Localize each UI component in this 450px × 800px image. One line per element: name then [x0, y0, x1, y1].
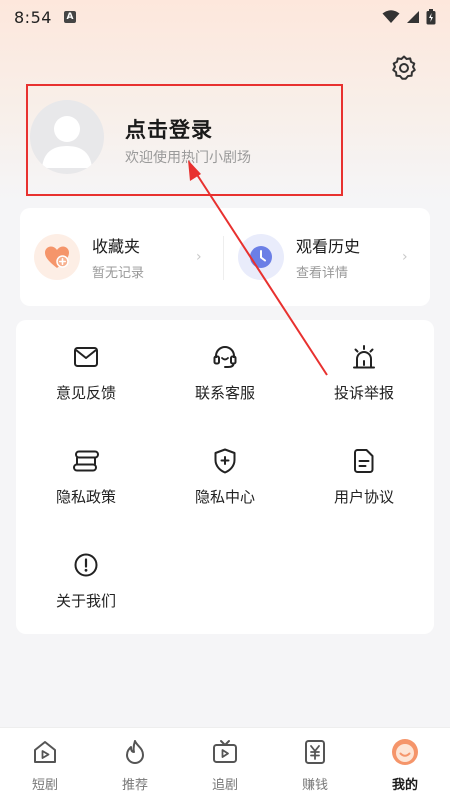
- home-play-icon: [34, 741, 56, 763]
- heart-plus-icon: [45, 246, 69, 268]
- menu-item-user-agreement[interactable]: 用户协议: [294, 424, 434, 514]
- menu-label: 联系客服: [194, 384, 255, 402]
- favorites-subtitle: 暂无记录: [92, 266, 145, 281]
- menu-label: 隐私中心: [194, 488, 255, 506]
- favorites-item[interactable]: 收藏夹 暂无记录: [34, 208, 144, 306]
- tab-label: 追剧: [211, 778, 238, 793]
- history-icon-wrap: [238, 234, 284, 280]
- menu-item-privacy-center[interactable]: 隐私中心: [155, 424, 295, 514]
- chevron-right-icon: ›: [402, 249, 408, 265]
- document-icon: [354, 449, 374, 473]
- signal-icon: [407, 11, 419, 23]
- battery-icon: [426, 9, 436, 25]
- bottom-tab-bar: 短剧 推荐 追剧 赚钱 我的: [0, 727, 450, 800]
- info-circle-icon: [74, 553, 98, 577]
- menu-item-feedback[interactable]: 意见反馈: [16, 320, 156, 410]
- status-time: 8:54: [14, 7, 52, 27]
- tab-label: 推荐: [121, 778, 148, 793]
- tab-mine[interactable]: 我的: [360, 728, 450, 800]
- menu-label: 意见反馈: [55, 384, 116, 402]
- history-subtitle: 查看详情: [296, 266, 349, 281]
- menu-label: 关于我们: [55, 592, 116, 610]
- divider: [223, 236, 224, 280]
- menu-label: 投诉举报: [333, 384, 394, 402]
- favorites-title: 收藏夹: [92, 237, 141, 256]
- shortcut-card: 收藏夹 暂无记录 › 观看历史 查看详情 ›: [20, 208, 430, 306]
- history-item[interactable]: 观看历史 查看详情: [238, 208, 360, 306]
- flame-icon: [126, 740, 144, 764]
- yuan-coin-icon: [305, 740, 325, 764]
- alarm-light-icon: [353, 345, 375, 369]
- settings-button[interactable]: [388, 52, 420, 84]
- shield-plus-icon: [214, 448, 236, 474]
- menu-item-privacy-policy[interactable]: 隐私政策: [16, 424, 156, 514]
- gear-icon: [392, 55, 416, 80]
- notification-icon: A: [63, 11, 76, 23]
- menu-label: 隐私政策: [55, 488, 116, 506]
- clock-icon: [250, 246, 272, 268]
- history-title: 观看历史: [296, 237, 361, 256]
- tab-earn-money[interactable]: 赚钱: [270, 728, 360, 800]
- status-bar: 8:54 A: [0, 0, 450, 34]
- tab-recommend[interactable]: 推荐: [90, 728, 180, 800]
- mail-icon: [74, 347, 98, 367]
- tab-label: 赚钱: [301, 778, 328, 793]
- headset-icon: [213, 346, 237, 368]
- tab-label: 短剧: [31, 778, 58, 793]
- menu-item-customer-service[interactable]: 联系客服: [155, 320, 295, 410]
- chevron-right-icon: ›: [196, 249, 202, 265]
- login-highlight-box: [26, 84, 343, 196]
- tv-icon: [213, 740, 237, 763]
- status-icons: [382, 9, 436, 25]
- smiley-face-icon: [392, 739, 418, 765]
- menu-item-about-us[interactable]: 关于我们: [16, 528, 156, 618]
- privacy-scroll-icon: [73, 450, 99, 472]
- tab-follow-drama[interactable]: 追剧: [180, 728, 270, 800]
- menu-label: 用户协议: [333, 488, 394, 506]
- menu-item-report[interactable]: 投诉举报: [294, 320, 434, 410]
- favorites-icon-wrap: [34, 234, 80, 280]
- wifi-icon: [382, 10, 400, 23]
- tab-label: 我的: [391, 778, 418, 793]
- tab-short-drama[interactable]: 短剧: [0, 728, 90, 800]
- menu-card: 意见反馈 联系客服 投诉举报 隐私政策 隐私中心 用户协议 关于我们: [16, 320, 434, 634]
